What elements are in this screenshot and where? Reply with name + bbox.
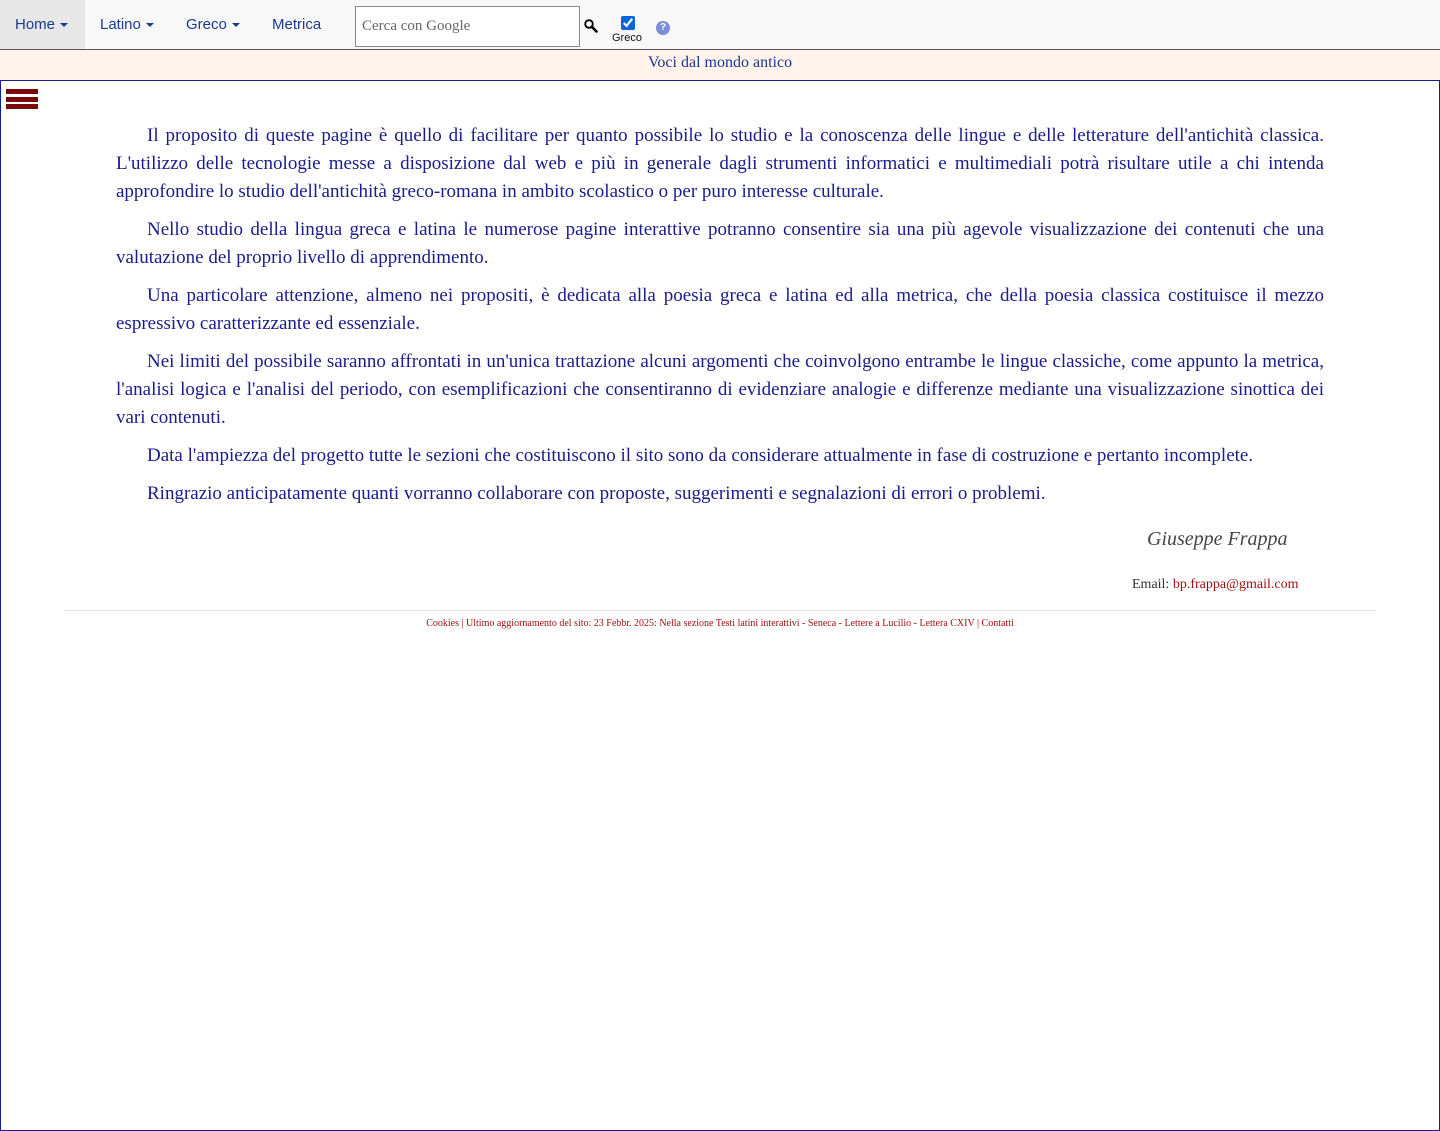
nav-home[interactable]: Home xyxy=(0,0,85,49)
intro-paragraph: Data l'ampiezza del progetto tutte le se… xyxy=(147,445,1254,466)
help-icon[interactable]: ? xyxy=(656,21,670,35)
search-input[interactable] xyxy=(355,6,580,47)
intro-paragraph: Il proposito di queste pagine è quello d… xyxy=(116,125,1324,202)
hamburger-menu-icon[interactable] xyxy=(6,89,38,113)
footer-divider xyxy=(64,610,1376,611)
nav-latino-label: Latino xyxy=(100,16,141,33)
site-subtitle: Voci dal mondo antico xyxy=(647,54,793,71)
email-label: Email: xyxy=(1132,577,1173,592)
caret-down-icon xyxy=(231,23,240,28)
top-navbar: Home Latino Greco Metrica Greco ? xyxy=(0,0,1440,50)
email-link[interactable]: bp.frappa@gmail.com xyxy=(1173,577,1299,592)
intro-paragraph: Nei limiti del possibile saranno affront… xyxy=(116,351,1324,428)
search-button[interactable] xyxy=(583,18,599,34)
footer-contacts-link[interactable]: Contatti xyxy=(982,618,1014,629)
nav-greco[interactable]: Greco xyxy=(186,0,240,49)
caret-down-icon xyxy=(145,23,154,28)
footer: Cookies | Ultimo aggiornamento del sito:… xyxy=(0,618,1440,629)
author-signature: Giuseppe Frappa xyxy=(1147,528,1288,550)
intro-paragraph: Ringrazio anticipatamente quanti vorrann… xyxy=(147,483,1046,504)
greco-checkbox[interactable] xyxy=(621,16,635,30)
nav-home-label: Home xyxy=(15,16,56,33)
intro-paragraph: Nello studio della lingua greca e latina… xyxy=(116,219,1324,268)
intro-text: Il proposito di queste pagine è quello d… xyxy=(116,122,1324,518)
footer-separator: | xyxy=(974,618,982,629)
site-subtitle-bar: Voci dal mondo antico xyxy=(0,50,1440,80)
email-line: Email: bp.frappa@gmail.com xyxy=(1132,577,1298,593)
nav-greco-label: Greco xyxy=(186,16,227,33)
caret-down-icon xyxy=(60,23,69,28)
footer-separator: | xyxy=(459,618,467,629)
intro-paragraph: Una particolare attenzione, almeno nei p… xyxy=(116,285,1324,334)
nav-metrica[interactable]: Metrica xyxy=(272,0,321,49)
footer-update-link[interactable]: Ultimo aggiornamento del sito: 23 Febbr.… xyxy=(466,618,975,629)
greco-checkbox-label: Greco xyxy=(612,32,642,44)
nav-latino[interactable]: Latino xyxy=(100,0,154,49)
footer-cookies-link[interactable]: Cookies xyxy=(426,618,459,629)
nav-metrica-label: Metrica xyxy=(272,16,322,33)
